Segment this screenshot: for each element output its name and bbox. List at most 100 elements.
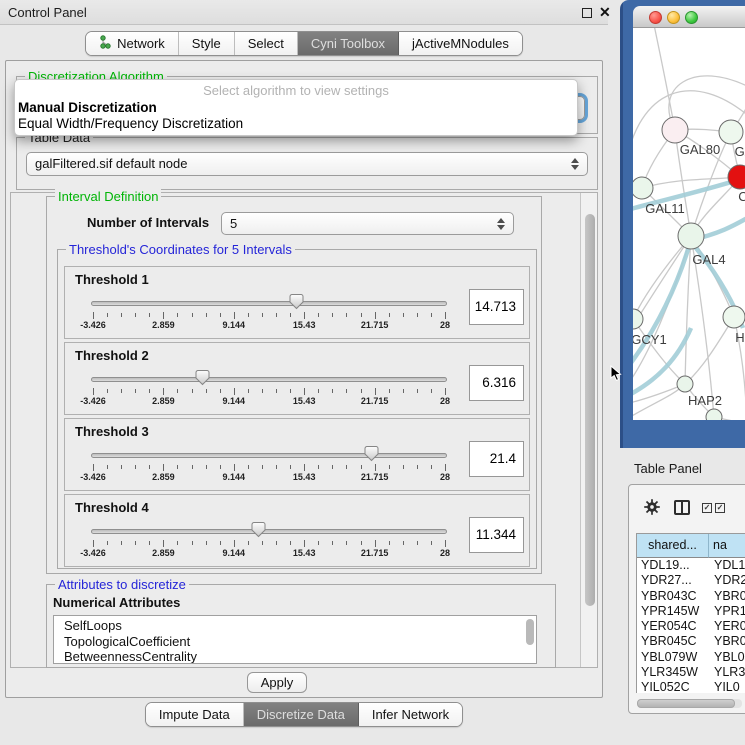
threshold-slider-thumb[interactable] bbox=[364, 445, 379, 467]
threshold-value-field[interactable]: 14.713 bbox=[469, 289, 524, 325]
tick-mark bbox=[417, 465, 418, 469]
network-node-ga[interactable] bbox=[719, 120, 743, 144]
tab-infer-network[interactable]: Infer Network bbox=[359, 703, 462, 726]
tick-mark bbox=[431, 313, 432, 317]
network-node-gal4[interactable] bbox=[678, 223, 704, 249]
cell-name[interactable]: YLR3 bbox=[709, 665, 745, 680]
tick-mark bbox=[346, 465, 347, 469]
cell-name[interactable]: YPR1 bbox=[709, 604, 745, 619]
algorithm-option-manual-discretization[interactable]: Manual Discretization bbox=[18, 100, 157, 115]
threshold-value-field[interactable]: 6.316 bbox=[469, 365, 524, 401]
network-view-window[interactable]: GAL80GACGAL11GAL4GCY1HHAP2 bbox=[620, 0, 745, 448]
cell-shared-name[interactable]: YDR27... bbox=[637, 573, 709, 588]
cell-shared-name[interactable]: YLR345W bbox=[637, 665, 709, 680]
threshold-value-field[interactable]: 11.344 bbox=[469, 517, 524, 553]
cell-shared-name[interactable]: YER054C bbox=[637, 619, 709, 634]
tab-cyni-toolbox[interactable]: Cyni Toolbox bbox=[298, 32, 399, 55]
float-window-icon[interactable] bbox=[582, 8, 592, 18]
tick-mark bbox=[346, 313, 347, 317]
cell-shared-name[interactable]: YBR045C bbox=[637, 634, 709, 649]
attribute-item-selfloops[interactable]: SelfLoops bbox=[54, 618, 536, 634]
apply-button[interactable]: Apply bbox=[247, 672, 307, 693]
cell-shared-name[interactable]: YPR145W bbox=[637, 604, 709, 619]
column-header-name[interactable]: na bbox=[709, 534, 745, 558]
network-node[interactable] bbox=[706, 409, 722, 420]
checked-box-icon[interactable]: ✓ bbox=[715, 503, 725, 513]
threshold-value-field[interactable]: 21.4 bbox=[469, 441, 524, 477]
table-row[interactable]: YBR043CYBR0 bbox=[637, 589, 745, 604]
network-canvas[interactable]: GAL80GACGAL11GAL4GCY1HHAP2 bbox=[633, 28, 745, 420]
threshold-slider-thumb[interactable] bbox=[195, 369, 210, 391]
attribute-item-topologicalcoefficient[interactable]: TopologicalCoefficient bbox=[54, 634, 536, 650]
network-node-gal11[interactable] bbox=[633, 177, 653, 199]
table-row[interactable]: YDR27...YDR2 bbox=[637, 573, 745, 588]
cell-name[interactable]: YDR2 bbox=[709, 573, 745, 588]
split-columns-icon[interactable] bbox=[674, 500, 690, 515]
combo-stepper-icon bbox=[495, 213, 507, 234]
column-header-shared-name[interactable]: shared... bbox=[637, 534, 709, 558]
traffic-light-minimize-icon[interactable] bbox=[667, 11, 680, 24]
cell-name[interactable]: YBR0 bbox=[709, 634, 745, 649]
tab-network[interactable]: Network bbox=[86, 32, 179, 55]
table-row[interactable]: YDL19...YDL1 bbox=[637, 558, 745, 573]
threshold-slider-track[interactable] bbox=[91, 529, 447, 534]
tab-style[interactable]: Style bbox=[179, 32, 235, 55]
tab-discretize-data[interactable]: Discretize Data bbox=[244, 703, 359, 726]
network-window-titlebar[interactable] bbox=[633, 6, 745, 28]
tick-mark bbox=[403, 389, 404, 393]
tick-mark bbox=[332, 465, 333, 469]
cell-shared-name[interactable]: YDL19... bbox=[637, 558, 709, 573]
tab-jactivemnodules[interactable]: jActiveMNodules bbox=[399, 32, 522, 55]
interval-group-title: Interval Definition bbox=[55, 189, 161, 204]
tick-mark bbox=[163, 540, 164, 547]
intervals-count-combobox[interactable]: 5 bbox=[221, 212, 514, 235]
tick-mark bbox=[389, 541, 390, 545]
cell-shared-name[interactable]: YBR043C bbox=[637, 589, 709, 604]
attributes-scrollbar-thumb[interactable] bbox=[526, 619, 534, 645]
threshold-slider-track[interactable] bbox=[91, 301, 447, 306]
tick-mark bbox=[220, 541, 221, 545]
table-row[interactable]: YPR145WYPR1 bbox=[637, 604, 745, 619]
table-hscrollbar-thumb[interactable] bbox=[637, 699, 735, 708]
network-node-hap2[interactable] bbox=[677, 376, 693, 392]
table-row[interactable]: YLR345WYLR3 bbox=[637, 665, 745, 680]
cell-name[interactable]: YBL0 bbox=[709, 650, 745, 665]
tab-label: Infer Network bbox=[372, 707, 449, 722]
table-row[interactable]: YBR045CYBR0 bbox=[637, 634, 745, 649]
tick-mark bbox=[177, 389, 178, 393]
threshold-label: Threshold 2 bbox=[75, 348, 149, 363]
tab-select[interactable]: Select bbox=[235, 32, 298, 55]
cell-name[interactable]: YBR0 bbox=[709, 589, 745, 604]
traffic-light-close-icon[interactable] bbox=[649, 11, 662, 24]
attribute-item-betweennesscentrality[interactable]: BetweennessCentrality bbox=[54, 649, 536, 664]
threshold-slider-track[interactable] bbox=[91, 453, 447, 458]
network-node-h[interactable] bbox=[723, 306, 745, 328]
close-icon[interactable]: ✕ bbox=[599, 4, 611, 21]
cell-shared-name[interactable]: YBL079W bbox=[637, 650, 709, 665]
tick-mark bbox=[248, 389, 249, 393]
traffic-light-zoom-icon[interactable] bbox=[685, 11, 698, 24]
table-data-combobox[interactable]: galFiltered.sif default node bbox=[26, 152, 588, 176]
network-node-gal80[interactable] bbox=[662, 117, 688, 143]
tick-mark bbox=[220, 313, 221, 317]
cell-shared-name[interactable]: YIL052C bbox=[637, 680, 709, 691]
table-row[interactable]: YER054CYER0 bbox=[637, 619, 745, 634]
vertical-scrollbar-thumb[interactable] bbox=[585, 214, 595, 606]
algorithm-option-equal-width-frequency-discretization[interactable]: Equal Width/Frequency Discretization bbox=[18, 116, 243, 131]
table-row[interactable]: YIL052CYIL0 bbox=[637, 680, 745, 691]
threshold-slider-thumb[interactable] bbox=[289, 293, 304, 315]
threshold-slider-track[interactable] bbox=[91, 377, 447, 382]
attributes-list[interactable]: SelfLoopsTopologicalCoefficientBetweenne… bbox=[53, 615, 537, 664]
threshold-slider-thumb[interactable] bbox=[251, 521, 266, 543]
numerical-attributes-label: Numerical Attributes bbox=[53, 595, 180, 610]
cell-name[interactable]: YDL1 bbox=[709, 558, 745, 573]
table-row[interactable]: YBL079WYBL0 bbox=[637, 650, 745, 665]
cell-name[interactable]: YIL0 bbox=[709, 680, 745, 691]
scale-label: 21.715 bbox=[353, 548, 397, 558]
cell-name[interactable]: YER0 bbox=[709, 619, 745, 634]
gear-icon[interactable] bbox=[644, 499, 660, 515]
checked-box-icon[interactable]: ✓ bbox=[702, 503, 712, 513]
table-horizontal-scrollbar[interactable] bbox=[637, 699, 742, 708]
tab-impute-data[interactable]: Impute Data bbox=[146, 703, 244, 726]
threshold-panel: Threshold 3 -3.4262.8599.14415.4321.7152… bbox=[64, 418, 530, 491]
